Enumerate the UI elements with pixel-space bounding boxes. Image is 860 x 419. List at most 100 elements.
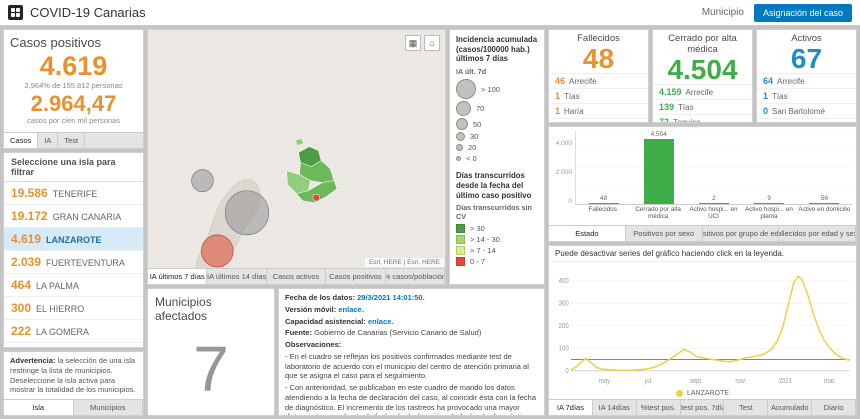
card-list-item: 4.159 Arrecife (653, 85, 752, 101)
tab-test[interactable]: Test (58, 133, 86, 148)
map-svg[interactable] (148, 30, 445, 268)
legend-circle-class: > 100 (456, 79, 538, 100)
legend-circle-icon (456, 132, 465, 142)
card-list-item: 1 Tías (549, 89, 648, 105)
tab-ia-14dias[interactable]: IA 14días (593, 400, 637, 415)
card-list-item: 1 Tías (757, 89, 856, 105)
island-row-la-gomera[interactable]: 222 LA GOMERA (4, 320, 143, 343)
tab-diario[interactable]: Diario (812, 400, 856, 415)
activos-card: Activos 67 64 Arrecife 1 Tías 0 San Bartolo… (756, 29, 857, 123)
island-row-gran-canaria[interactable]: 19.172 GRAN CANARIA (4, 205, 143, 228)
island-row-la-palma[interactable]: 464 LA PALMA (4, 274, 143, 297)
positivos-tabbar: Casos IA Test (4, 132, 143, 148)
svg-text:200: 200 (559, 323, 569, 330)
warning-panel: Advertencia: la selección de una isla re… (3, 351, 144, 416)
tab-ia-7-dias[interactable]: IA últimos 7 días (148, 269, 208, 284)
timeseries-tabbar: IA 7días IA 14días %test pos. %test pos.… (549, 399, 856, 415)
card-list-item: 0San Bartolomé (549, 119, 648, 122)
municipio-selector[interactable]: Municipio (702, 7, 744, 18)
legend-circle-class: 30 (456, 132, 538, 142)
svg-text:may: may (599, 378, 611, 385)
tab-casos-positivos[interactable]: Casos positivos (326, 269, 386, 284)
bar-activo-domicilio[interactable] (809, 203, 840, 204)
tab-fallecidos-edad-sexo[interactable]: Fallecidos por edad y sexo (779, 226, 856, 241)
legend-days-subtitle: Días transcurridos sin CV (456, 203, 532, 222)
cerrado-card: Cerrado por alta médica 4.504 4.159 Arrec… (652, 29, 753, 123)
card-list-item: 1 Haría (549, 104, 648, 120)
estado-chart-panel: 4.000 2.000 0 48 4.504 2 9 56 Fallecidos… (548, 126, 857, 242)
svg-text:2021: 2021 (779, 378, 793, 385)
app-logo-icon (8, 5, 23, 20)
activos-total: 67 (790, 43, 823, 74)
fuente-line: Fuente: Gobierno de Canarias (Servicio C… (285, 328, 482, 338)
tab-ia[interactable]: IA (38, 133, 59, 148)
ia-symbol-circle-small[interactable] (191, 169, 214, 193)
tab-casos[interactable]: Casos (4, 133, 39, 148)
island-filter-title: Seleccione una isla para filtrar (4, 153, 143, 182)
version-movil-link[interactable]: enlace. (338, 305, 363, 314)
island-row-el-hierro[interactable]: 300 EL HIERRO (4, 297, 143, 320)
municipios-afectados-title: Municipios afectados (155, 295, 212, 323)
legend-day-class: > 14 - 30 (456, 235, 538, 245)
capacidad-link[interactable]: enlace. (368, 317, 393, 326)
island-row-tenerife[interactable]: 19.586 TENERIFE (4, 182, 143, 205)
tab-positivos-por-sexo[interactable]: Positivos por sexo (626, 226, 703, 241)
estado-tabbar: Estado Positivos por sexo Positivos por … (549, 225, 856, 241)
tab-municipios[interactable]: Municipios (74, 400, 143, 415)
casos-positivos-total: 4.619 (39, 51, 108, 81)
tab-test[interactable]: Test (724, 400, 769, 415)
ia-symbol-circle-red[interactable] (201, 234, 234, 268)
header: COVID-19 Canarias Municipio Asignación d… (0, 0, 860, 26)
map-layers-button[interactable]: ▦ (405, 35, 421, 51)
casos-positivos-rate: 2.964,47 (30, 91, 117, 117)
timeseries-chart: 400 300 200 100 0 may jul. sept. nov. 2021 mar. (549, 262, 856, 387)
municipios-afectados-count: 7 (193, 333, 229, 405)
svg-text:100: 100 (559, 345, 569, 352)
map-panel: ▦ ⌂ Esri, HERE | Esri, HERE IA últimos 7… (147, 29, 446, 285)
island-row-lanzarote[interactable]: 4.619 LANZAROTE (4, 228, 143, 251)
series-note: Puede desactivar series del gráfico haci… (549, 246, 856, 262)
fecha-datos-line: Fecha de los datos: 29/3/2021 14:01:50. (285, 293, 425, 302)
bar-fallecidos[interactable] (588, 203, 619, 204)
tab-acumulado[interactable]: Acumulado (768, 400, 813, 415)
bar-activo-uci[interactable] (698, 203, 729, 204)
tab-casos-activos[interactable]: Casos activos (267, 269, 327, 284)
ia-symbol-circle-large[interactable] (224, 190, 270, 236)
info-panel[interactable]: Fecha de los datos: 29/3/2021 14:01:50. … (278, 288, 545, 416)
cerrado-total: 4.504 (667, 54, 738, 85)
map-ocean (148, 30, 445, 268)
island-filter-panel: Seleccione una isla para filtrar 19.586 T… (3, 152, 144, 348)
legend-circle-class: 20 (456, 143, 538, 152)
capacidad-line: Capacidad asistencial: enlace. (285, 316, 394, 326)
legend-day-class: > 7 - 14 (456, 246, 538, 256)
tab-isla[interactable]: Isla (4, 400, 74, 415)
bar-cerrado[interactable] (643, 139, 674, 204)
version-movil-line: Versión móvil: enlace. (285, 304, 364, 314)
tab-test-pos[interactable]: %test pos. (637, 400, 681, 415)
map-home-button[interactable]: ⌂ (424, 35, 440, 51)
tab-ia-14-dias[interactable]: IA últimos 14 días (207, 269, 267, 284)
tab-casos-poblacion[interactable]: % casos/población (386, 269, 445, 284)
map-municipio-arrecife-marker[interactable] (312, 193, 321, 202)
observacion-bullet: - En el cuadro se reflejan los positivos… (285, 351, 529, 381)
map-canvas[interactable]: ▦ ⌂ Esri, HERE | Esri, HERE (148, 30, 445, 268)
island-row-fuerteventura[interactable]: 2.039 FUERTEVENTURA (4, 251, 143, 274)
map-attribution: Esri, HERE | Esri, HERE (364, 258, 444, 267)
asignacion-del-caso-button[interactable]: Asignación del caso (753, 3, 852, 22)
card-list-item: 72Teguise (653, 115, 752, 122)
middle-column: ▦ ⌂ Esri, HERE | Esri, HERE IA últimos 7… (147, 29, 545, 416)
timeseries-legend[interactable]: LANZAROTE (549, 387, 856, 399)
tab-estado[interactable]: Estado (549, 226, 626, 241)
bar-activo-planta[interactable] (754, 203, 785, 204)
dashboard-body: Casos positivos 4.619 2,964% de 155.812 … (0, 26, 860, 419)
svg-text:400: 400 (559, 278, 569, 285)
tab-test-pos-7dias[interactable]: %test pos. 7días (681, 400, 725, 415)
tab-positivos-por-grupo-edad[interactable]: Positivos por grupo de edad (703, 226, 780, 241)
legend-day-class: 0 - 7 (456, 257, 538, 267)
svg-text:300: 300 (559, 300, 569, 307)
legend-swatch-icon (456, 246, 465, 256)
legend-days-title: Días transcurridos desde la fecha del úl… (456, 171, 532, 200)
casos-positivos-percent: 2,964% de 155.812 personas (24, 81, 123, 91)
svg-text:0: 0 (565, 368, 569, 375)
tab-ia-7dias[interactable]: IA 7días (549, 400, 593, 415)
